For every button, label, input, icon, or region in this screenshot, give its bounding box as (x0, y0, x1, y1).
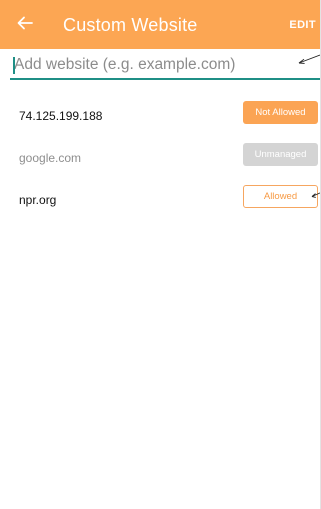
website-domain: google.com (19, 151, 82, 165)
status-button-not-allowed[interactable]: Not Allowed (243, 101, 318, 124)
add-website-input[interactable] (10, 52, 304, 78)
website-row-npr: npr.org Allowed (0, 180, 320, 222)
text-caret (13, 57, 15, 74)
website-domain: 74.125.199.188 (19, 109, 103, 123)
website-list: 74.125.199.188 Not Allowed google.com Un… (0, 96, 320, 222)
edit-button[interactable]: EDIT (289, 18, 316, 32)
website-row-google: google.com Unmanaged (0, 138, 320, 180)
website-domain: npr.org (19, 193, 57, 207)
custom-website-screen: Custom Website EDIT 74.125.199.188 Not A… (0, 0, 321, 509)
status-button-allowed[interactable]: Allowed (243, 185, 318, 208)
website-row-ip: 74.125.199.188 Not Allowed (0, 96, 320, 138)
status-button-unmanaged[interactable]: Unmanaged (243, 143, 318, 166)
back-button[interactable] (12, 12, 38, 38)
app-bar: Custom Website EDIT (0, 0, 320, 49)
add-website-field (10, 52, 320, 80)
page-title: Custom Website (63, 15, 198, 35)
arrow-left-icon (16, 14, 34, 37)
